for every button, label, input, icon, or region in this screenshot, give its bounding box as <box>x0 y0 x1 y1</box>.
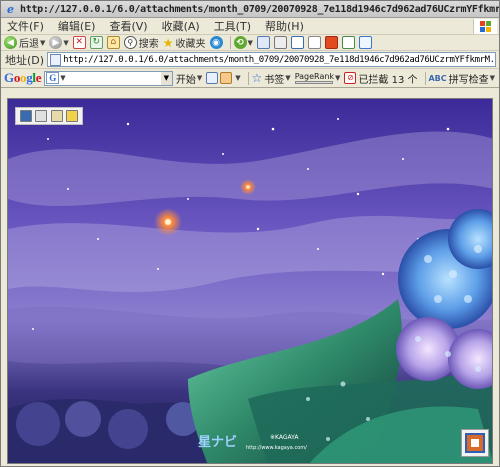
google-g-icon: G <box>46 72 60 84</box>
expand-icon <box>465 433 485 453</box>
edit-page-icon <box>290 36 304 49</box>
chevron-down-icon: ▼ <box>196 74 203 82</box>
windows-logo-icon <box>473 18 497 34</box>
popup-blocker-button[interactable]: ⊘ 已拦截 13 个 <box>344 71 418 86</box>
night-sky-image: 星ナビ ※KAGAYA http://www.kagaya.com/ <box>8 99 492 463</box>
print-image-icon[interactable] <box>35 110 48 122</box>
download-button[interactable] <box>324 35 338 50</box>
address-input[interactable]: http://127.0.0.1/6.0/attachments/month_0… <box>47 52 496 67</box>
google-news-icon <box>220 72 233 84</box>
search-icon: ⚲ <box>123 36 137 49</box>
google-toolbar: Google G ▼ ▼ 开始 ▼ ▼ ☆ 书签 ▼ PageRank ▼ ⊘ … <box>1 69 499 88</box>
bookmarks-label: 书签 <box>264 74 285 86</box>
favorites-label: 收藏夹 <box>175 39 206 50</box>
history-button[interactable]: ⟲ ▼ <box>233 35 253 50</box>
print-button[interactable] <box>273 35 287 50</box>
google-start-button[interactable]: 开始 ▼ <box>176 71 202 86</box>
refresh-button[interactable]: ↻ <box>89 35 103 50</box>
google-search-input[interactable]: G ▼ ▼ <box>44 70 173 86</box>
chevron-down-icon: ▼ <box>285 74 291 82</box>
spellcheck-abc-icon: ABC <box>428 73 447 83</box>
messenger-button[interactable] <box>341 35 355 50</box>
menu-edit[interactable]: 编辑(E) <box>58 18 96 34</box>
history-icon: ⟲ <box>233 36 247 49</box>
star-icon: ★ <box>162 35 174 50</box>
chevron-down-icon: ▼ <box>247 38 253 47</box>
image-toolbar <box>15 107 83 125</box>
title-bar: e http://127.0.0.1/6.0/attachments/month… <box>1 1 499 18</box>
search-label: 搜索 <box>138 39 159 50</box>
start-label: 开始 <box>175 74 196 86</box>
toolbar-separator <box>229 36 231 49</box>
window-title: http://127.0.0.1/6.0/attachments/month_0… <box>20 3 499 15</box>
image-credit-url: http://www.kagaya.com/ <box>246 445 307 451</box>
back-label: 后退 <box>19 39 39 50</box>
pagerank-bar <box>294 80 333 84</box>
discuss-button[interactable] <box>307 35 321 50</box>
mail-icon <box>256 36 270 49</box>
spellcheck-label: 拼写检查 <box>448 74 489 86</box>
image-credit: ※KAGAYA <box>270 434 299 441</box>
media-button[interactable]: ◉ <box>209 35 223 50</box>
search-history-chevron-icon[interactable]: ▼ <box>160 71 172 85</box>
address-label: 地址(D) <box>5 53 45 67</box>
pagerank-label: PageRank <box>294 71 335 81</box>
menu-tools[interactable]: 工具(T) <box>214 18 251 34</box>
chevron-down-icon: ▼ <box>335 74 341 82</box>
google-logo[interactable]: Google <box>4 70 42 86</box>
refresh-icon: ↻ <box>89 36 103 49</box>
mail-button[interactable] <box>256 35 270 50</box>
research-button[interactable] <box>358 35 372 50</box>
bookmark-star-icon: ☆ <box>251 71 263 85</box>
gbar-separator <box>424 71 426 85</box>
standard-toolbar: ◀ 后退 ▼ ▶ ▼ ✕ ↻ ⌂ ⚲ 搜索 ★ 收藏夹 ◉ ⟲ ▼ <box>1 35 499 51</box>
menu-bar: 文件(F) 编辑(E) 查看(V) 收藏(A) 工具(T) 帮助(H) <box>1 18 499 35</box>
back-button[interactable]: ◀ 后退 ▼ <box>4 35 45 50</box>
stop-icon: ✕ <box>72 36 86 49</box>
my-pictures-icon[interactable] <box>66 110 79 122</box>
forward-arrow-icon: ▶ <box>49 36 63 49</box>
download-icon <box>324 36 338 49</box>
gbar-separator <box>247 71 249 85</box>
menu-help[interactable]: 帮助(H) <box>265 18 304 34</box>
back-arrow-icon: ◀ <box>4 36 17 49</box>
chevron-down-icon: ▼ <box>40 38 46 47</box>
favorites-button[interactable]: ★ 收藏夹 <box>162 35 206 51</box>
google-search-site-icon <box>206 72 219 84</box>
search-button[interactable]: ⚲ 搜索 <box>123 35 159 50</box>
chevron-down-icon: ▼ <box>489 74 495 82</box>
menu-view[interactable]: 查看(V) <box>109 18 147 34</box>
save-image-icon[interactable] <box>19 110 32 122</box>
email-image-icon[interactable] <box>50 110 63 122</box>
browser-window: e http://127.0.0.1/6.0/attachments/month… <box>0 0 500 467</box>
page-icon <box>50 53 62 66</box>
google-options-button[interactable]: ▼ <box>206 72 241 84</box>
research-icon <box>358 36 372 49</box>
edit-button[interactable] <box>290 35 304 50</box>
messenger-icon <box>341 36 355 49</box>
print-icon <box>273 36 287 49</box>
blocked-count-label: 已拦截 13 个 <box>358 74 418 86</box>
menu-file[interactable]: 文件(F) <box>7 18 44 34</box>
spellcheck-button[interactable]: ABC 拼写检查 ▼ <box>428 71 495 86</box>
address-bar: 地址(D) http://127.0.0.1/6.0/attachments/m… <box>1 51 499 69</box>
chevron-down-icon: ▼ <box>63 38 69 47</box>
chevron-down-icon: ▼ <box>235 74 241 82</box>
menu-favorites[interactable]: 收藏(A) <box>162 18 200 34</box>
ie-logo-icon: e <box>7 2 14 16</box>
stop-button[interactable]: ✕ <box>72 35 86 50</box>
pagerank-button[interactable]: PageRank ▼ <box>294 71 341 84</box>
home-button[interactable]: ⌂ <box>106 35 120 50</box>
popup-blocked-icon: ⊘ <box>344 72 357 84</box>
address-url: http://127.0.0.1/6.0/attachments/month_0… <box>63 54 496 65</box>
media-icon: ◉ <box>209 36 223 49</box>
expand-image-button[interactable] <box>461 429 489 457</box>
chevron-down-icon: ▼ <box>60 74 66 82</box>
discuss-icon <box>307 36 321 49</box>
bookmarks-button[interactable]: ☆ 书签 ▼ <box>252 71 291 86</box>
home-icon: ⌂ <box>106 36 120 49</box>
forward-button[interactable]: ▶ ▼ <box>49 35 69 50</box>
image-logo: 星ナビ <box>198 434 237 450</box>
image-viewport: 星ナビ ※KAGAYA http://www.kagaya.com/ <box>7 98 493 464</box>
